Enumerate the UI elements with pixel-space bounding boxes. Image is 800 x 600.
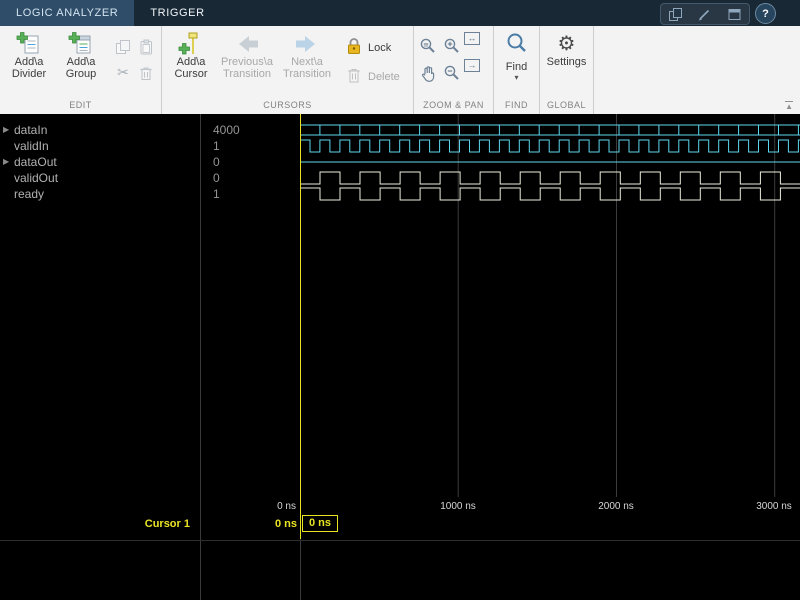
zoom-buttons: ↔ → bbox=[416, 26, 493, 86]
section-find: Find ▾ FIND bbox=[494, 26, 540, 114]
lock-icon bbox=[345, 36, 363, 59]
toolstrip: Add\a Divider Add\a Group ✂ bbox=[0, 26, 800, 115]
cut-icon[interactable]: ✂ bbox=[112, 60, 134, 85]
gear-icon: ⚙ bbox=[558, 30, 576, 57]
section-zoom-pan: ↔ → ZOOM & PAN bbox=[414, 26, 494, 114]
section-label-edit: EDIT bbox=[0, 99, 161, 114]
add-group-icon bbox=[68, 30, 94, 57]
settings-label: Settings bbox=[547, 57, 587, 69]
signal-row-ready[interactable]: ready bbox=[0, 186, 198, 202]
add-cursor-icon bbox=[178, 30, 204, 57]
quick-access-toolbar bbox=[660, 3, 750, 25]
add-cursor-label: Add\a Cursor bbox=[174, 57, 207, 80]
signal-row-dataOut[interactable]: ▶ dataOut bbox=[0, 154, 198, 170]
section-cursors: Add\a Cursor Previous\a Transition Next\… bbox=[162, 26, 414, 114]
expand-arrow-icon[interactable]: ▶ bbox=[3, 154, 14, 170]
find-icon bbox=[505, 32, 529, 61]
copy-figure-icon[interactable] bbox=[666, 5, 686, 23]
signal-name: dataIn bbox=[14, 122, 47, 138]
section-edit: Add\a Divider Add\a Group ✂ bbox=[0, 26, 162, 114]
lock-label: Lock bbox=[368, 42, 391, 54]
settings-button[interactable]: ⚙ Settings bbox=[543, 29, 590, 69]
zoom-in-icon[interactable] bbox=[440, 32, 464, 59]
signal-row-dataIn[interactable]: ▶ dataIn bbox=[0, 122, 198, 138]
delete-cursor-label: Delete bbox=[368, 71, 400, 83]
signal-row-validIn[interactable]: validIn bbox=[0, 138, 198, 154]
toolstrip-tab-bar: LOGIC ANALYZER TRIGGER ? bbox=[0, 0, 800, 26]
collapse-toolstrip-icon[interactable]: ▲ bbox=[785, 101, 793, 111]
pan-icon[interactable] bbox=[416, 59, 440, 86]
signal-value: 4000 bbox=[200, 122, 311, 138]
add-divider-button[interactable]: Add\a Divider bbox=[3, 29, 55, 80]
cursor-time-value: 0 ns bbox=[215, 518, 297, 530]
add-group-button[interactable]: Add\a Group bbox=[55, 29, 107, 80]
section-label-find: FIND bbox=[494, 99, 539, 114]
signal-name: validIn bbox=[14, 138, 49, 154]
previous-transition-button[interactable]: Previous\a Transition bbox=[217, 29, 277, 80]
next-transition-icon bbox=[292, 30, 322, 57]
signal-value: 1 bbox=[200, 186, 311, 202]
toolstrip-filler: ▲ bbox=[594, 26, 800, 114]
add-cursor-button[interactable]: Add\a Cursor bbox=[165, 29, 217, 80]
add-divider-icon bbox=[16, 30, 42, 57]
cursor-stack-buttons: Lock Delete bbox=[345, 29, 400, 88]
lock-cursor-button[interactable]: Lock bbox=[345, 36, 400, 59]
signal-value: 0 bbox=[200, 170, 311, 186]
add-divider-label: Add\a Divider bbox=[12, 57, 46, 80]
tab-trigger[interactable]: TRIGGER bbox=[134, 0, 220, 26]
signal-name: validOut bbox=[14, 170, 58, 186]
section-label-cursors: CURSORS bbox=[162, 99, 413, 114]
section-global: ⚙ Settings GLOBAL bbox=[540, 26, 594, 114]
add-group-label: Add\a Group bbox=[66, 57, 97, 80]
time-cursor-line[interactable] bbox=[300, 114, 301, 539]
dock-figure-icon[interactable] bbox=[724, 5, 744, 23]
signal-name: ready bbox=[14, 186, 44, 202]
time-tick: 2000 ns bbox=[594, 501, 638, 512]
trash-icon bbox=[345, 65, 363, 88]
chevron-down-icon: ▾ bbox=[514, 74, 518, 82]
help-button[interactable]: ? bbox=[755, 3, 776, 24]
paste-icon[interactable] bbox=[135, 34, 157, 59]
zoom-in-time-icon[interactable] bbox=[416, 32, 440, 59]
expand-arrow-icon[interactable]: ▶ bbox=[3, 122, 14, 138]
annotate-icon[interactable] bbox=[695, 5, 715, 23]
section-label-zoom-pan: ZOOM & PAN bbox=[414, 99, 493, 114]
cursor-flag[interactable]: 0 ns bbox=[302, 515, 338, 532]
zoom-out-icon[interactable] bbox=[440, 59, 464, 86]
copy-icon[interactable] bbox=[112, 34, 134, 59]
cursor-label: Cursor 1 bbox=[95, 518, 190, 530]
signal-value: 0 bbox=[200, 154, 311, 170]
waveform-canvas[interactable] bbox=[300, 114, 800, 540]
fit-to-view-icon[interactable]: ↔ bbox=[464, 32, 480, 45]
signal-row-validOut[interactable]: validOut bbox=[0, 170, 198, 186]
names-values-divider[interactable] bbox=[200, 114, 201, 600]
time-tick: 0 ns bbox=[256, 501, 296, 512]
find-button[interactable]: Find ▾ bbox=[497, 29, 536, 82]
tab-logic-analyzer[interactable]: LOGIC ANALYZER bbox=[0, 0, 134, 26]
delete-signal-icon[interactable] bbox=[135, 60, 157, 85]
section-label-global: GLOBAL bbox=[540, 99, 593, 114]
time-tick: 1000 ns bbox=[436, 501, 480, 512]
time-tick: 3000 ns bbox=[752, 501, 796, 512]
signal-value: 1 bbox=[200, 138, 311, 154]
delete-cursor-button[interactable]: Delete bbox=[345, 65, 400, 88]
next-transition-button[interactable]: Next\a Transition bbox=[277, 29, 337, 80]
edit-mini-buttons: ✂ bbox=[112, 29, 157, 85]
previous-transition-label: Previous\a Transition bbox=[221, 57, 273, 80]
cursor-row-divider bbox=[0, 540, 800, 541]
previous-transition-icon bbox=[232, 30, 262, 57]
zoom-to-cursor-icon[interactable]: → bbox=[464, 59, 480, 72]
next-transition-label: Next\a Transition bbox=[283, 57, 331, 80]
signal-name: dataOut bbox=[14, 154, 57, 170]
